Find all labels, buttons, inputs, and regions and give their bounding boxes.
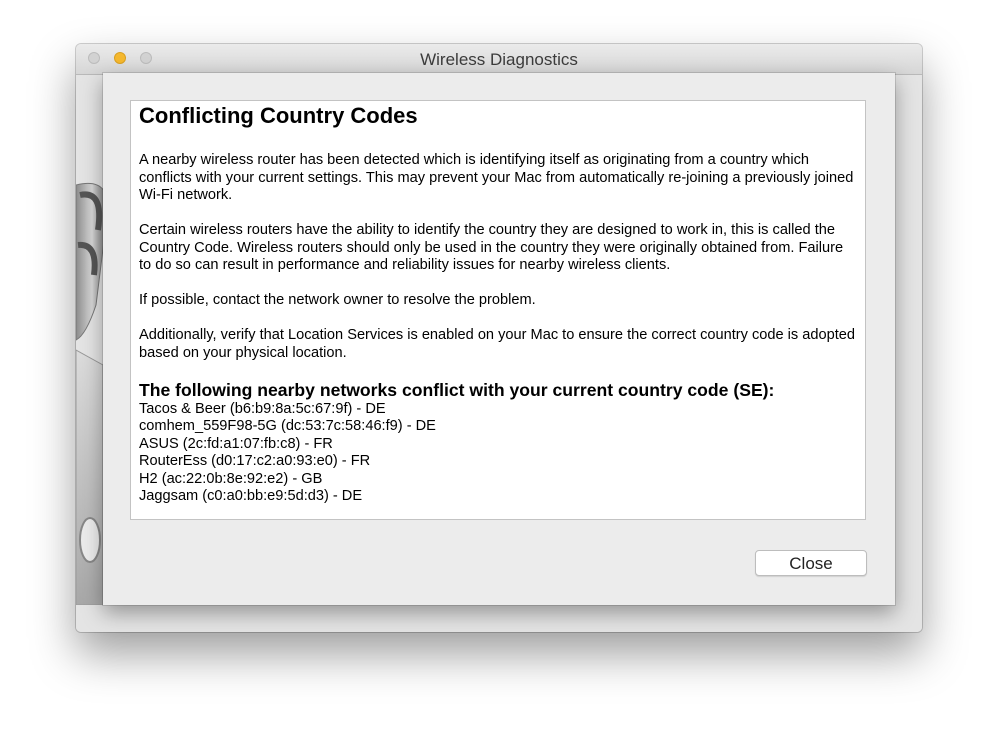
conflicting-country-codes-sheet: Conflicting Country Codes A nearby wirel… (103, 73, 895, 605)
conflicting-networks-list: Tacos & Beer (b6:b9:8a:5c:67:9f) - DE co… (139, 401, 857, 506)
report-paragraph: Additionally, verify that Location Servi… (139, 327, 856, 361)
report-heading: Conflicting Country Codes (139, 103, 418, 128)
conflicting-networks-heading: The following nearby networks conflict w… (139, 379, 775, 400)
network-list-item: comhem_559F98-5G (dc:53:7c:58:46:f9) - D… (139, 418, 436, 434)
report-paragraph: If possible, contact the network owner t… (139, 292, 536, 308)
network-list-item: Jaggsam (c0:a0:bb:e9:5d:d3) - DE (139, 488, 363, 504)
network-list-item: H2 (ac:22:0b:8e:92:e2) - GB (139, 470, 323, 487)
report-paragraph: Certain wireless routers have the abilit… (139, 222, 844, 273)
report-paragraph: A nearby wireless router has been detect… (139, 152, 854, 203)
title-bar[interactable]: Wireless Diagnostics (76, 44, 922, 75)
network-list-item: RouterEss (d0:17:c2:a0:93:e0) - FR (139, 453, 371, 469)
close-button[interactable]: Close (755, 550, 867, 576)
report-text-view[interactable]: Conflicting Country Codes A nearby wirel… (130, 100, 866, 520)
report-content: Conflicting Country Codes A nearby wirel… (131, 101, 865, 506)
window-title: Wireless Diagnostics (420, 50, 578, 69)
network-list-item: ASUS (2c:fd:a1:07:fb:c8) - FR (139, 435, 333, 452)
network-list-item: Tacos & Beer (b6:b9:8a:5c:67:9f) - DE (139, 400, 386, 417)
